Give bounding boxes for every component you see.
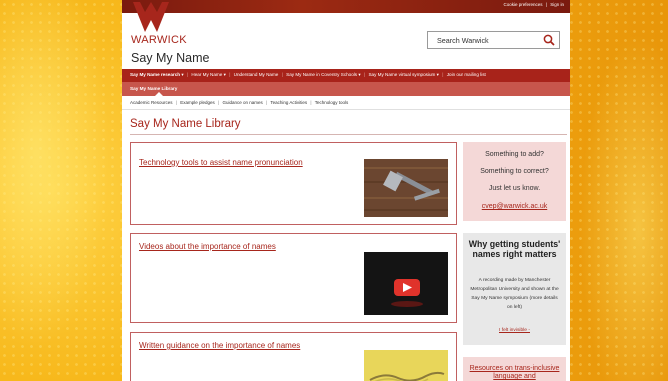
breadcrumb-separator: | (310, 100, 312, 105)
nav-separator: | (363, 72, 366, 77)
nav-item-mailing-list[interactable]: Join our mailing list (447, 72, 486, 77)
feedback-line: Something to correct? (480, 168, 549, 175)
background-glow-left (0, 0, 122, 381)
search-icon[interactable] (543, 34, 555, 46)
chevron-down-icon[interactable]: ▾ (435, 72, 439, 77)
trans-inclusive-box: Resources on trans-inclusive language an… (463, 357, 566, 381)
utility-links: Cookie preferences | Sign in (502, 2, 565, 7)
tools-photo[interactable] (364, 159, 448, 217)
site-title[interactable]: Say My Name (131, 51, 210, 65)
i-felt-invisible-link[interactable]: I felt invisible - (463, 328, 566, 333)
why-names-description: A recording made by Manchester Metropoli… (470, 278, 559, 310)
breadcrumb-teaching-activities[interactable]: Teaching Activities (270, 100, 307, 105)
breadcrumb-guidance-on-names[interactable]: Guidance on names (222, 100, 262, 105)
chevron-down-icon[interactable]: ▾ (180, 72, 183, 77)
background-glow-right (570, 0, 668, 381)
resource-card[interactable]: Videos about the importance of names (130, 233, 457, 323)
nav-separator: | (281, 72, 283, 77)
subnav-library-label[interactable]: Say My Name Library (130, 86, 177, 91)
search-input[interactable]: Search Warwick (427, 31, 560, 49)
feedback-line: Just let us know. (488, 185, 541, 192)
breadcrumb-technology-tools[interactable]: Technology tools (315, 100, 349, 105)
why-names-heading: Why getting students' names right matter… (468, 239, 561, 259)
paperclip-chain-photo[interactable] (364, 350, 448, 381)
webpage: Cookie preferences | Sign in WARWICK Say… (122, 0, 570, 381)
divider (130, 134, 567, 135)
card-title-link[interactable]: Written guidance on the importance of na… (139, 341, 300, 350)
active-caret-icon (155, 92, 163, 96)
video-play-icon[interactable] (364, 252, 448, 315)
sign-in-link[interactable]: Sign in (550, 2, 564, 7)
search-placeholder: Search Warwick (437, 36, 489, 45)
utility-separator: | (545, 2, 547, 7)
card-title-link[interactable]: Technology tools to assist name pronunci… (139, 158, 303, 167)
nav-item-coventry-schools[interactable]: Say My Name in Coventry Schools (286, 72, 357, 77)
warwick-logo-icon[interactable] (131, 2, 171, 32)
divider (122, 109, 570, 110)
logo-wordmark[interactable]: WARWICK (131, 34, 187, 46)
utility-bar: Cookie preferences | Sign in (122, 0, 570, 13)
breadcrumb-separator: | (175, 100, 177, 105)
card-title-link[interactable]: Videos about the importance of names (139, 242, 276, 251)
breadcrumb-academic-resources[interactable]: Academic Resources (130, 100, 173, 105)
breadcrumb: Academic Resources | Example pledges | G… (130, 100, 348, 105)
breadcrumb-separator: | (218, 100, 220, 105)
feedback-line: Something to add? (485, 151, 544, 158)
breadcrumb-separator: | (266, 100, 268, 105)
nav-separator: | (442, 72, 444, 77)
contact-email-link[interactable]: cvep@warwick.ac.uk (463, 203, 566, 210)
nav-item-hear-my-name[interactable]: Hear My Name (191, 72, 222, 77)
why-names-box: Why getting students' names right matter… (463, 233, 566, 345)
resource-card[interactable]: Written guidance on the importance of na… (130, 332, 457, 381)
nav-item-understand-my-name[interactable]: Understand My Name (234, 72, 279, 77)
trans-inclusive-resources-link[interactable]: Resources on trans-inclusive language an… (463, 365, 566, 381)
resource-card[interactable]: Technology tools to assist name pronunci… (130, 142, 457, 225)
cookie-preferences-link[interactable]: Cookie preferences (504, 2, 543, 7)
nav-item-virtual-symposium[interactable]: Say My Name virtual symposium (368, 72, 435, 77)
page-title: Say My Name Library (130, 118, 241, 130)
chevron-down-icon[interactable]: ▾ (357, 72, 360, 77)
main-navigation: Say My Name research ▾ | Hear My Name ▾ … (122, 69, 570, 82)
breadcrumb-example-pledges[interactable]: Example pledges (180, 100, 215, 105)
nav-item-research[interactable]: Say My Name research (130, 72, 180, 77)
nav-separator: | (229, 72, 231, 77)
sub-navigation: Say My Name Library (122, 82, 570, 96)
feedback-box: Something to add? Something to correct? … (463, 142, 566, 221)
chevron-down-icon[interactable]: ▾ (222, 72, 226, 77)
nav-separator: | (186, 72, 189, 77)
